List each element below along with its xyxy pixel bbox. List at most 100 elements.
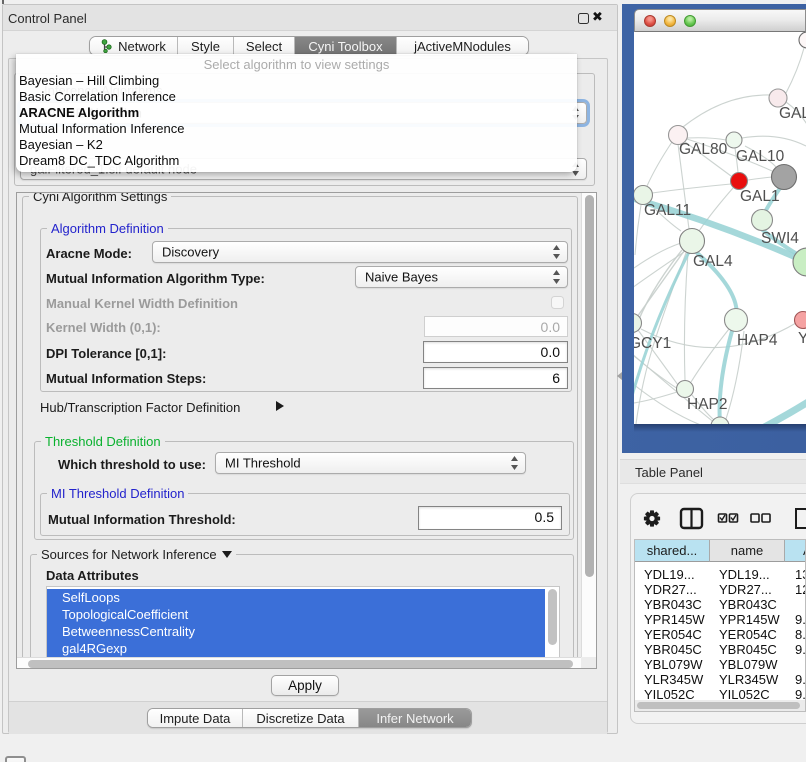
tab-label: Cyni Toolbox <box>308 39 382 54</box>
tab-jactivemnodules[interactable]: jActiveMNodules <box>397 37 528 55</box>
network-node-HAP4[interactable] <box>725 309 748 332</box>
network-edge[interactable] <box>742 136 806 146</box>
aracne-mode-combo[interactable]: Discovery <box>152 241 568 263</box>
network-edge[interactable] <box>678 95 770 131</box>
network-edge[interactable] <box>687 138 726 140</box>
tab-infer-network[interactable]: Infer Network <box>359 709 471 727</box>
mi-threshold-input[interactable]: 0.5 <box>418 506 562 530</box>
collapse-down-icon[interactable] <box>222 551 232 558</box>
tab-label: Impute Data <box>160 711 231 726</box>
network-node-label: GAL4 <box>693 253 733 270</box>
popup-item[interactable]: Mutual Information Inference <box>16 121 577 137</box>
which-threshold-combo[interactable]: MI Threshold <box>215 452 526 474</box>
table-row[interactable]: YBR043CYBR043C <box>635 597 805 612</box>
attribute-item[interactable]: gal4RGexp <box>47 640 545 657</box>
minimize-light[interactable] <box>664 15 676 27</box>
attribute-item[interactable]: SelfLoops <box>47 589 545 606</box>
attributes-list-scrollbar[interactable] <box>545 587 559 659</box>
table-row[interactable]: YDL19...YDL19...13 <box>635 567 805 582</box>
table-horizontal-scrollbar[interactable] <box>635 700 805 711</box>
network-icon <box>101 39 114 53</box>
dpi-tolerance-label: DPI Tolerance [0,1]: <box>46 346 166 361</box>
unchecked-pair-icon[interactable] <box>751 514 770 522</box>
table-panel-titlebar: Table Panel <box>620 459 806 484</box>
data-attributes-list[interactable]: SelfLoopsTopologicalCoefficientBetweenne… <box>46 586 560 660</box>
settings-scrollpane: Cyni Algorithm Settings Algorithm Defini… <box>16 192 597 669</box>
network-edge[interactable] <box>652 184 731 193</box>
network-edge-highlighted[interactable] <box>634 252 689 396</box>
control-panel-tabs: NetworkStyleSelect Cyni Toolbox jActiveMNo… <box>89 36 529 56</box>
table-row[interactable]: YBR045CYBR045C9. <box>635 642 805 657</box>
network-node-GAL4[interactable] <box>680 229 705 254</box>
expand-right-icon[interactable] <box>276 401 284 411</box>
table-row[interactable]: YPR145WYPR145W9. <box>635 612 805 627</box>
apply-button[interactable]: Apply <box>271 675 339 696</box>
table-row[interactable]: YBL079WYBL079W <box>635 657 805 672</box>
checked-pair-icon[interactable] <box>719 514 738 522</box>
table-cell: YBR045C <box>719 642 777 657</box>
network-canvas[interactable]: GAL2GAL80GAL10GAL1GAL11SWI4GAL4GCY1HAP4Y… <box>634 32 806 424</box>
node-table[interactable]: shared...nameA YDL19...YDL19...13YDR27..… <box>634 539 806 712</box>
tab-network[interactable]: Network <box>90 37 178 55</box>
close-icon[interactable]: ✖ <box>592 9 603 25</box>
network-node-gray-node[interactable] <box>772 165 797 190</box>
settings-horizontal-scrollbar[interactable] <box>17 657 581 668</box>
manual-kernel-checkbox[interactable] <box>551 296 564 309</box>
attribute-item[interactable]: TopologicalCoefficient <box>47 606 545 623</box>
mi-threshold-label: Mutual Information Threshold: <box>48 512 236 527</box>
network-edge[interactable] <box>635 205 641 255</box>
tab-discretize-data[interactable]: Discretize Data <box>243 709 359 727</box>
mi-algorithm-type-combo[interactable]: Naive Bayes <box>355 266 568 288</box>
network-edge[interactable] <box>786 48 804 93</box>
document-icon[interactable] <box>796 509 806 528</box>
column-header-1[interactable]: shared... <box>635 540 710 562</box>
column-header-2[interactable]: name <box>710 540 785 562</box>
network-node-Y-pink[interactable] <box>795 312 806 329</box>
split-divider-arrow-icon[interactable] <box>617 372 622 380</box>
scrollbar-thumb[interactable] <box>548 589 557 645</box>
mi-steps-input[interactable]: 6 <box>423 367 568 389</box>
zoom-light[interactable] <box>684 15 696 27</box>
network-edge[interactable] <box>748 177 772 180</box>
settings-vertical-scrollbar[interactable] <box>581 193 596 657</box>
table-row[interactable]: YLR345WYLR345W9. <box>635 672 805 687</box>
table-panel-title: Table Panel <box>635 465 703 480</box>
kernel-width-input[interactable]: 0.0 <box>424 316 568 337</box>
float-window-icon[interactable] <box>578 13 589 24</box>
network-node-GAL1[interactable] <box>731 173 748 190</box>
popup-item[interactable]: Bayesian – K2 <box>16 137 577 153</box>
network-node-SWI4[interactable] <box>752 210 773 231</box>
popup-item[interactable]: Dream8 DC_TDC Algorithm <box>16 153 577 169</box>
scrollbar-thumb[interactable] <box>585 195 594 577</box>
mi-threshold-definition-label: MI Threshold Definition <box>47 486 188 501</box>
table-cell: 9. <box>795 642 806 657</box>
column-header-3[interactable]: A <box>785 540 806 562</box>
dpi-tolerance-input[interactable]: 0.0 <box>423 341 568 363</box>
network-node-top-right[interactable] <box>799 32 806 48</box>
network-edge[interactable] <box>684 253 688 380</box>
network-node-label: HAP4 <box>737 332 778 349</box>
minimized-panel-button[interactable] <box>5 756 26 762</box>
scrollbar-thumb[interactable] <box>637 702 800 709</box>
tab-cyni-toolbox[interactable]: Cyni Toolbox <box>295 37 397 55</box>
popup-item[interactable]: Basic Correlation Inference <box>16 89 577 105</box>
network-edge-highlighted[interactable] <box>753 402 806 424</box>
close-light[interactable] <box>644 15 656 27</box>
hub-definition-label: Hub/Transcription Factor Definition <box>40 400 240 415</box>
scrollbar-thumb[interactable] <box>28 660 573 668</box>
network-edge[interactable] <box>647 142 672 186</box>
columns-icon[interactable] <box>681 509 702 528</box>
table-row[interactable]: YER054CYER054C8. <box>635 627 805 642</box>
tab-impute-data[interactable]: Impute Data <box>148 709 243 727</box>
network-node-label: GAL2 <box>779 105 806 122</box>
control-panel-titlebar: Control Panel ✖ <box>3 5 617 31</box>
tab-select[interactable]: Select <box>234 37 295 55</box>
network-node-HAP2[interactable] <box>677 381 694 398</box>
tab-style[interactable]: Style <box>178 37 234 55</box>
popup-item[interactable]: ARACNE Algorithm <box>16 105 577 121</box>
table-row[interactable]: YDR27...YDR27...12 <box>635 582 805 597</box>
popup-item[interactable]: Bayesian – Hill Climbing <box>16 73 577 89</box>
gear-icon[interactable] <box>644 510 660 526</box>
network-node-GAL10[interactable] <box>726 132 742 148</box>
attribute-item[interactable]: BetweennessCentrality <box>47 623 545 640</box>
